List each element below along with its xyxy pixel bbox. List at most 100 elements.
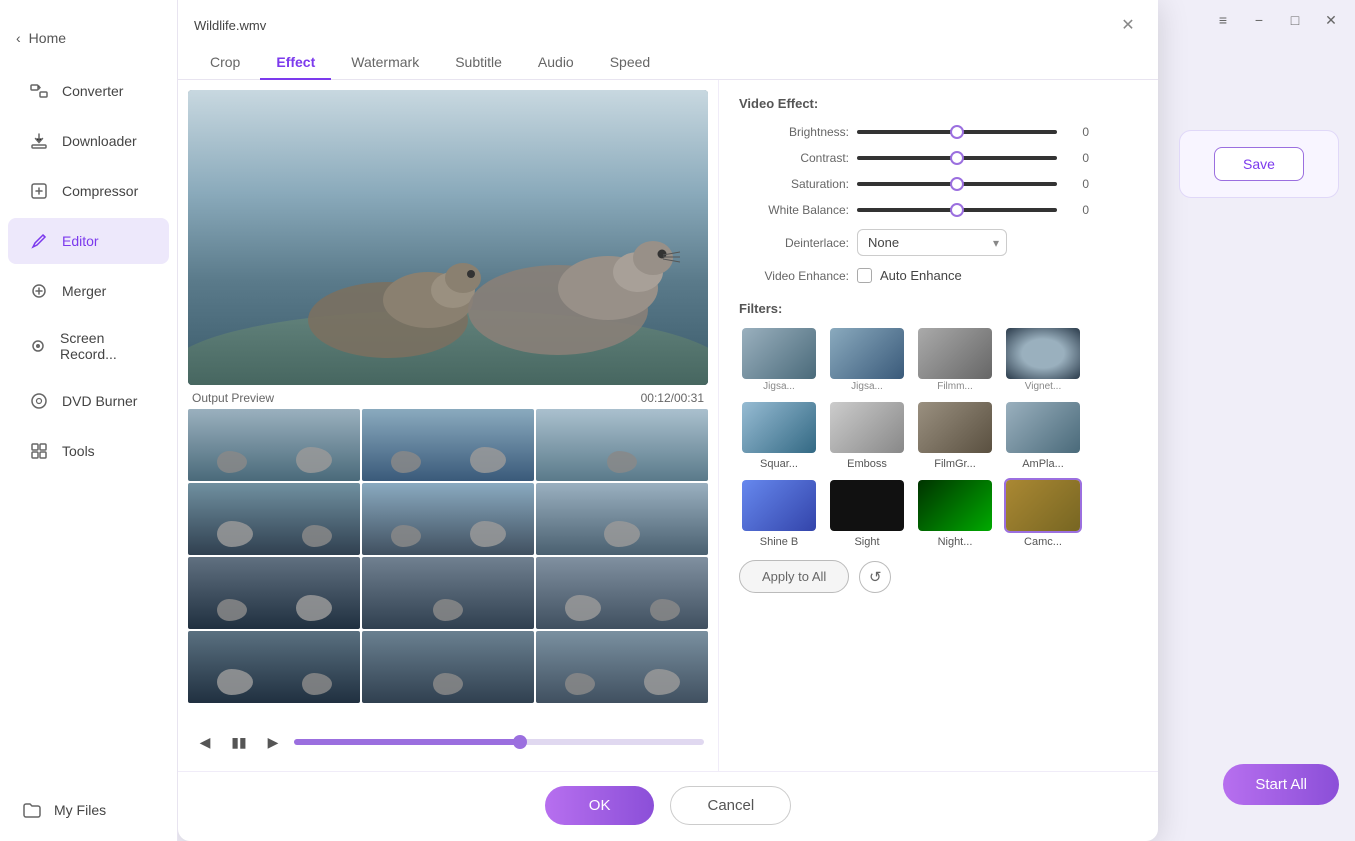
- sidebar-home-label: Home: [29, 30, 66, 46]
- auto-enhance-checkbox[interactable]: [857, 268, 872, 283]
- maximize-button[interactable]: □: [1281, 6, 1309, 34]
- dialog-close-button[interactable]: ✕: [1114, 11, 1142, 39]
- dialog-titlebar: Wildlife.wmv ✕: [178, 0, 1158, 40]
- pause-button[interactable]: ▮▮: [226, 729, 252, 755]
- thumb-cell[interactable]: [188, 483, 360, 555]
- apply-row: Apply to All ↺: [739, 560, 1138, 593]
- brightness-slider[interactable]: [857, 130, 1057, 134]
- next-button[interactable]: ▶: [260, 729, 286, 755]
- filter-item-shineb[interactable]: Shine B: [739, 478, 819, 548]
- thumb-cell[interactable]: [188, 631, 360, 703]
- myfiles-icon: [20, 799, 42, 821]
- saturation-slider[interactable]: [857, 182, 1057, 186]
- sidebar-item-compressor[interactable]: Compressor: [8, 168, 169, 214]
- thumb-row-4: [188, 631, 708, 703]
- apply-to-all-button[interactable]: Apply to All: [739, 560, 849, 593]
- white-balance-label: White Balance:: [739, 203, 849, 217]
- thumb-cell[interactable]: [188, 409, 360, 481]
- filter-item-jigsaw1[interactable]: Jigsa...: [739, 326, 819, 392]
- cancel-button[interactable]: Cancel: [670, 786, 791, 825]
- contrast-slider[interactable]: [857, 156, 1057, 160]
- thumb-cell[interactable]: [536, 557, 708, 629]
- filter-item-sight[interactable]: Sight: [827, 478, 907, 548]
- minimize-button[interactable]: −: [1245, 6, 1273, 34]
- sidebar-item-tools[interactable]: Tools: [8, 428, 169, 474]
- filter-item-night[interactable]: Night...: [915, 478, 995, 548]
- white-balance-row: White Balance: 0: [739, 203, 1138, 217]
- sidebar-item-screen-recorder[interactable]: Screen Record...: [8, 318, 169, 374]
- thumb-row-1: [188, 409, 708, 481]
- filter-row-1: Squar... Emboss FilmGr...: [739, 400, 1138, 470]
- thumb-cell[interactable]: [362, 483, 534, 555]
- contrast-row: Contrast: 0: [739, 151, 1138, 165]
- filter-item-emboss[interactable]: Emboss: [827, 400, 907, 470]
- filter-item-ampla[interactable]: AmPla...: [1003, 400, 1083, 470]
- thumb-cell[interactable]: [536, 631, 708, 703]
- sidebar-item-myfiles[interactable]: My Files: [20, 799, 157, 821]
- window-chrome: ≡ − □ ✕: [1155, 0, 1355, 40]
- filter-thumb-shineb: [740, 478, 818, 533]
- sidebar-item-label: Converter: [62, 83, 123, 99]
- deinterlace-label: Deinterlace:: [739, 236, 849, 250]
- thumb-cell[interactable]: [362, 409, 534, 481]
- filter-row-partial: Jigsa... Jigsa... Filmm...: [739, 326, 1138, 392]
- sidebar-item-merger[interactable]: Merger: [8, 268, 169, 314]
- white-balance-slider[interactable]: [857, 208, 1057, 212]
- tab-subtitle[interactable]: Subtitle: [439, 46, 518, 80]
- tab-watermark[interactable]: Watermark: [335, 46, 435, 80]
- sidebar-item-converter[interactable]: Converter: [8, 68, 169, 114]
- thumb-cell[interactable]: [188, 557, 360, 629]
- deinterlace-select[interactable]: None Bob Weave Blend: [857, 229, 1007, 256]
- sidebar-item-dvd-burner[interactable]: DVD Burner: [8, 378, 169, 424]
- sidebar-item-label: Compressor: [62, 183, 138, 199]
- menu-icon-button[interactable]: ≡: [1209, 6, 1237, 34]
- thumb-cell[interactable]: [536, 409, 708, 481]
- contrast-label: Contrast:: [739, 151, 849, 165]
- sidebar-back-button[interactable]: ‹ Home: [0, 20, 177, 66]
- dialog-footer: OK Cancel: [178, 771, 1158, 841]
- enhance-label: Video Enhance:: [739, 269, 849, 283]
- filter-item-vignette[interactable]: Vignet...: [1003, 326, 1083, 392]
- filter-item-square[interactable]: Squar...: [739, 400, 819, 470]
- deinterlace-select-wrapper: None Bob Weave Blend: [857, 229, 1007, 256]
- sidebar-item-label: Merger: [62, 283, 106, 299]
- editor-icon: [28, 230, 50, 252]
- filter-item-filmgrain[interactable]: FilmGr...: [915, 400, 995, 470]
- filter-item-camcorder[interactable]: Camc...: [1003, 478, 1083, 548]
- tab-speed[interactable]: Speed: [594, 46, 666, 80]
- progress-bar[interactable]: [294, 739, 704, 745]
- sidebar-item-editor[interactable]: Editor: [8, 218, 169, 264]
- reset-button[interactable]: ↺: [859, 561, 891, 593]
- filter-thumb-ampla: [1004, 400, 1082, 455]
- ok-button[interactable]: OK: [545, 786, 655, 825]
- filter-thumb-vignette: [1004, 326, 1082, 381]
- thumb-cell[interactable]: [362, 631, 534, 703]
- filter-name-vignette: Vignet...: [1004, 381, 1082, 392]
- downloader-icon: [28, 130, 50, 152]
- start-all-button[interactable]: Start All: [1223, 764, 1339, 805]
- prev-button[interactable]: ◀: [192, 729, 218, 755]
- thumb-cell[interactable]: [536, 483, 708, 555]
- filter-item-jigsaw2[interactable]: Jigsa...: [827, 326, 907, 392]
- saturation-label: Saturation:: [739, 177, 849, 191]
- filter-item-filmmill[interactable]: Filmm...: [915, 326, 995, 392]
- filter-name-emboss: Emboss: [847, 458, 887, 470]
- save-card: Save: [1179, 130, 1339, 198]
- sidebar-item-downloader[interactable]: Downloader: [8, 118, 169, 164]
- filter-thumb-jigsaw1: [740, 326, 818, 381]
- tab-audio[interactable]: Audio: [522, 46, 590, 80]
- progress-fill: [294, 739, 520, 745]
- brightness-label: Brightness:: [739, 125, 849, 139]
- contrast-value: 0: [1065, 151, 1089, 165]
- thumb-cell[interactable]: [362, 557, 534, 629]
- filter-name-jigsaw2: Jigsa...: [828, 381, 906, 392]
- effects-panel: Video Effect: Brightness: 0 Contrast: 0 …: [718, 80, 1158, 771]
- save-button[interactable]: Save: [1214, 147, 1304, 181]
- thumb-row-3: [188, 557, 708, 629]
- tab-crop[interactable]: Crop: [194, 46, 256, 80]
- tab-effect[interactable]: Effect: [260, 46, 331, 80]
- close-window-button[interactable]: ✕: [1317, 6, 1345, 34]
- filters-label: Filters:: [739, 301, 1138, 316]
- sidebar-item-label: Downloader: [62, 133, 137, 149]
- video-thumbnails: [188, 409, 708, 723]
